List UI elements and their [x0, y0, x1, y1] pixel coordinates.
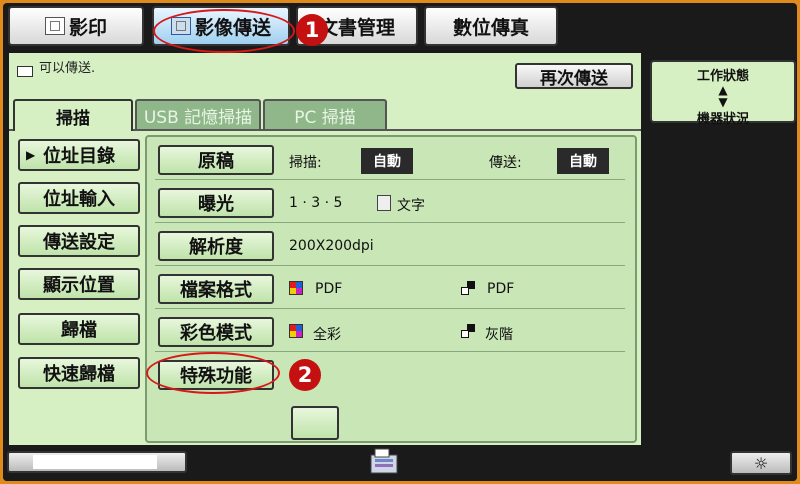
callout-badge-1: 1 [296, 14, 328, 46]
file-button[interactable]: 歸檔 [18, 313, 140, 345]
tab-pc-scan[interactable]: PC 掃描 [263, 99, 387, 129]
status-message: 可以傳送. [39, 61, 96, 76]
resolution-value: 200X200dpi [289, 238, 374, 254]
color-format-value: PDF [315, 281, 343, 297]
file-format-row: 檔案格式 PDF PDF [155, 270, 625, 309]
settings-panel: 原稿 掃描: 自動 傳送: 自動 曝光 1 · 3 · 5 文字 解析度 200… [145, 135, 637, 443]
progress-button[interactable] [7, 451, 187, 473]
exposure-button[interactable]: 曝光 [158, 188, 274, 218]
exposure-scale: 1 · 3 · 5 [289, 195, 343, 211]
main-panel: 可以傳送. 再次傳送 掃描 USB 記憶掃描 PC 掃描 ▶ 位址目錄 位址輸入… [9, 53, 641, 481]
triangle-right-icon: ▶ [26, 148, 36, 162]
send-value: 自動 [557, 148, 609, 174]
color-mode-button[interactable]: 彩色模式 [158, 317, 274, 347]
callout-ring-1 [153, 9, 295, 53]
document-icon [377, 195, 391, 211]
tab-copy-label: 影印 [68, 16, 107, 39]
machine-status-label: 機器狀況 [696, 112, 749, 127]
scan-value: 自動 [361, 148, 413, 174]
exposure-mode: 文字 [397, 198, 425, 214]
tab-scan[interactable]: 掃描 [13, 99, 133, 131]
resend-button[interactable]: 再次傳送 [515, 63, 633, 89]
address-book-label: 位址目錄 [43, 146, 115, 167]
tab-copy[interactable]: 影印 [8, 6, 144, 46]
progress-field [33, 455, 157, 469]
copy-icon [44, 17, 65, 35]
address-entry-button[interactable]: 位址輸入 [18, 182, 140, 214]
color-icon [289, 324, 303, 338]
job-status-button[interactable]: 工作狀態 ▲ ▼ 機器狀況 [650, 60, 796, 127]
tab-usb-scan[interactable]: USB 記憶掃描 [135, 99, 261, 129]
mail-icon [17, 66, 33, 77]
color-icon [289, 281, 303, 295]
address-book-button[interactable]: ▶ 位址目錄 [18, 139, 140, 171]
send-label: 傳送: [489, 155, 522, 171]
file-format-button[interactable]: 檔案格式 [158, 274, 274, 304]
send-settings-button[interactable]: 傳送設定 [18, 225, 140, 257]
quick-file-button[interactable]: 快速歸檔 [18, 357, 140, 389]
resolution-row: 解析度 200X200dpi [155, 227, 625, 266]
bottom-bar: ☼ [3, 445, 797, 481]
bw-format-value: PDF [487, 281, 515, 297]
bw-icon [461, 324, 475, 338]
color-mode-row: 彩色模式 全彩 灰階 [155, 313, 625, 352]
callout-badge-2: 2 [289, 359, 321, 391]
tab-digital-fax-label: 數位傳真 [452, 16, 529, 39]
brightness-icon: ☼ [753, 453, 769, 473]
original-button[interactable]: 原稿 [158, 145, 274, 175]
tab-document-filing-label: 文書管理 [318, 16, 395, 39]
resolution-button[interactable]: 解析度 [158, 231, 274, 261]
brightness-button[interactable]: ☼ [730, 451, 792, 475]
message-bar: 可以傳送. 再次傳送 [9, 53, 641, 93]
original-row: 原稿 掃描: 自動 傳送: 自動 [155, 141, 625, 180]
special-option-button[interactable] [291, 406, 339, 440]
device-screen: 影印 影像傳送 文書管理 數位傳真 工作狀態 ▲ ▼ 機器狀況 可以傳送. 再次傳… [3, 3, 797, 481]
display-position-button[interactable]: 顯示位置 [18, 268, 140, 300]
tab-digital-fax[interactable]: 數位傳真 [424, 6, 558, 46]
bw-icon [461, 281, 475, 295]
scan-label: 掃描: [289, 155, 322, 171]
job-status-label: 工作狀態 [696, 69, 749, 84]
color-mode-value: 全彩 [313, 327, 341, 343]
updown-arrow-icon: ▲ ▼ [718, 83, 728, 109]
bw-mode-value: 灰階 [485, 327, 513, 343]
machine-icon [370, 448, 398, 474]
exposure-row: 曝光 1 · 3 · 5 文字 [155, 184, 625, 223]
callout-ring-2 [146, 352, 280, 394]
